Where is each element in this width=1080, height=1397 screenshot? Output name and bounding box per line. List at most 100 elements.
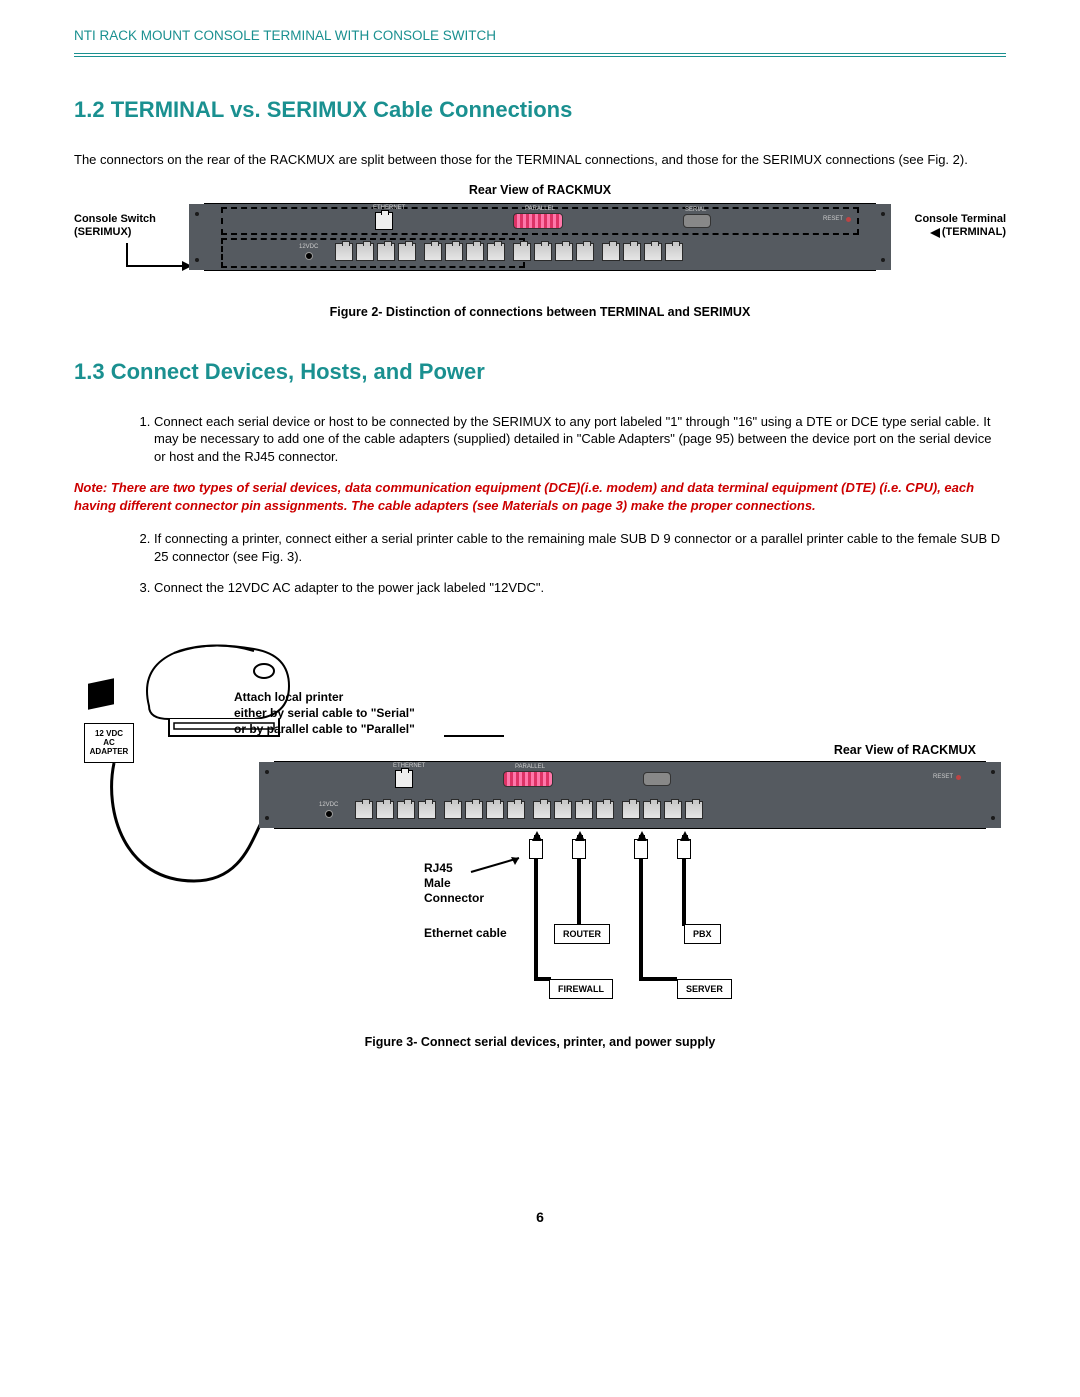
rackmux-rear-device: ETHERNET PARALLEL SERIAL RESET 12VDC: [204, 203, 876, 271]
cable-line: [639, 859, 643, 979]
rj45-port-icon: [554, 801, 572, 819]
port-group: [424, 243, 505, 261]
rj45-port-icon: [465, 801, 483, 819]
arrow-up-icon: [575, 831, 585, 841]
server-box: SERVER: [677, 979, 732, 999]
ethernet-port-label: ETHERNET: [373, 205, 405, 211]
rj45-plug-icon: [677, 839, 691, 859]
attach-line2: either by serial cable to "Serial": [234, 706, 415, 720]
serial-port-label: SERIAL: [685, 207, 706, 213]
screw-hole-icon: [265, 770, 269, 774]
screw-hole-icon: [881, 212, 885, 216]
firewall-box: FIREWALL: [549, 979, 613, 999]
ethernet-port-icon: [395, 770, 413, 788]
rj45-port-icon: [335, 243, 353, 261]
port-group: [513, 243, 594, 261]
power-jack-icon: [325, 810, 333, 818]
ethernet-port-label: ETHERNET: [393, 763, 425, 769]
reset-button-icon: [956, 775, 961, 780]
parallel-port-icon: [513, 213, 563, 229]
figure2-left-label-2: (SERIMUX): [74, 226, 131, 238]
router-box: ROUTER: [554, 924, 610, 944]
page-number: 6: [74, 1209, 1006, 1225]
parallel-port-icon: [503, 771, 553, 787]
top-connectors: ETHERNET PARALLEL: [395, 768, 671, 790]
rj45-l3: Connector: [424, 891, 484, 905]
rj45-port-icon: [644, 243, 662, 261]
parallel-port-label: PARALLEL: [525, 206, 555, 212]
rj45-port-icon: [575, 801, 593, 819]
rj45-port-icon: [596, 801, 614, 819]
port-group: [335, 243, 416, 261]
figure2-arrow-line: [126, 265, 184, 267]
port-group: [602, 243, 683, 261]
rj45-port-icon: [534, 243, 552, 261]
cable-line: [577, 859, 581, 926]
rj45-ports-row: [355, 798, 975, 822]
rj45-port-icon: [398, 243, 416, 261]
rj45-port-icon: [555, 243, 573, 261]
figure2-arrow-line: [126, 243, 128, 267]
reset-label: RESET: [933, 774, 953, 780]
port-group: [622, 801, 703, 819]
rj45-plug-icon: [634, 839, 648, 859]
rj45-port-icon: [513, 243, 531, 261]
serial-port-icon: [683, 214, 711, 228]
rackmux-rear-device-fig3: ETHERNET PARALLEL RESET 12VDC: [274, 761, 986, 829]
rj45-port-icon: [376, 801, 394, 819]
figure2-right-label-2: (TERMINAL): [942, 226, 1006, 240]
rj45-port-icon: [576, 243, 594, 261]
figure-2: Console Switch (SERIMUX) Console Termina…: [74, 203, 1006, 293]
ac-plug-icon: [88, 678, 114, 710]
running-head: NTI RACK MOUNT CONSOLE TERMINAL WITH CON…: [74, 28, 1006, 57]
rj45-port-icon: [487, 243, 505, 261]
top-connectors: ETHERNET PARALLEL SERIAL: [375, 210, 711, 232]
power-label: 12VDC: [299, 244, 318, 250]
figure2-caption: Figure 2- Distinction of connections bet…: [74, 305, 1006, 319]
arrow-left-icon: [930, 228, 940, 238]
figure-3: 12 VDC AC ADAPTER Attach local printer e…: [74, 611, 1006, 1031]
ethernet-port-icon: [375, 212, 393, 230]
screw-hole-icon: [195, 212, 199, 216]
flange-left: [259, 762, 275, 828]
screw-hole-icon: [991, 770, 995, 774]
rj45-port-icon: [444, 801, 462, 819]
rj45-port-icon: [664, 801, 682, 819]
arrow-up-icon: [680, 831, 690, 841]
reset-button-icon: [846, 217, 851, 222]
rj45-port-icon: [685, 801, 703, 819]
serial-port-icon: [643, 772, 671, 786]
cable-line: [639, 977, 677, 981]
power-label: 12VDC: [319, 802, 338, 808]
rj45-port-icon: [445, 243, 463, 261]
rj45-port-icon: [418, 801, 436, 819]
port-group: [355, 801, 436, 819]
rj45-port-icon: [623, 243, 641, 261]
section-1-3-list-cont: If connecting a printer, connect either …: [154, 530, 1006, 597]
section-1-3-title: 1.3 Connect Devices, Hosts, and Power: [74, 359, 1006, 385]
screw-hole-icon: [195, 258, 199, 262]
arrow-up-icon: [637, 831, 647, 841]
screw-hole-icon: [991, 816, 995, 820]
rj45-port-icon: [622, 801, 640, 819]
adapter-line3: ADAPTER: [85, 747, 133, 756]
figure2-right-label: Console Terminal (TERMINAL): [915, 213, 1006, 241]
attach-printer-label: Attach local printer either by serial ca…: [234, 689, 415, 738]
section-1-3-list: Connect each serial device or host to be…: [154, 413, 1006, 466]
attach-line1: Attach local printer: [234, 690, 343, 704]
figure2-right-label-1: Console Terminal: [915, 213, 1006, 225]
rj45-ports-row: [335, 240, 865, 264]
rj45-port-icon: [643, 801, 661, 819]
rj45-port-icon: [533, 801, 551, 819]
adapter-line2: AC: [85, 738, 133, 747]
figure2-rear-title: Rear View of RACKMUX: [74, 183, 1006, 197]
adapter-line1: 12 VDC: [85, 729, 133, 738]
ac-adapter-box: 12 VDC AC ADAPTER: [84, 723, 134, 763]
rj45-port-icon: [602, 243, 620, 261]
list-item-2: If connecting a printer, connect either …: [154, 530, 1006, 565]
cable-line: [534, 859, 538, 979]
figure2-left-label: Console Switch (SERIMUX): [74, 213, 156, 241]
port-group: [533, 801, 614, 819]
rj45-port-icon: [424, 243, 442, 261]
arrow-up-icon: [532, 831, 542, 841]
